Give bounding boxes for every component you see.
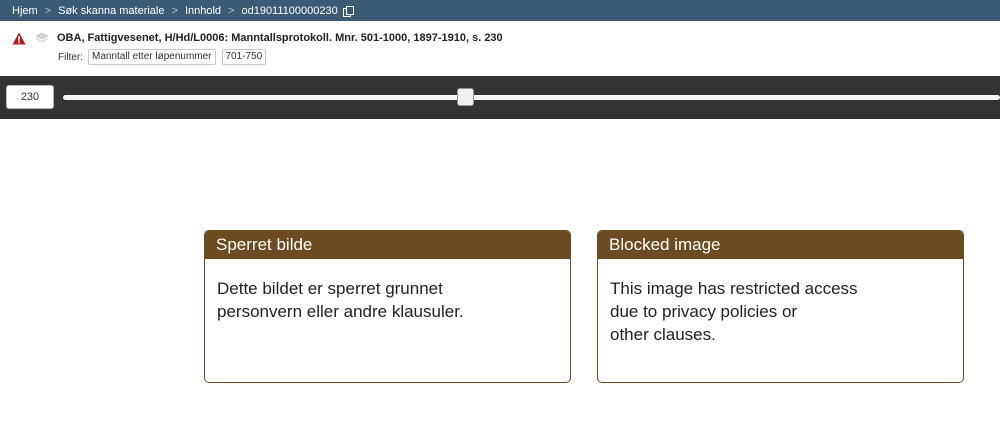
blocked-notice-norwegian: Sperret bilde Dette bildet er sperret gr… <box>204 230 571 383</box>
breadcrumb-home[interactable]: Hjem <box>12 5 38 17</box>
document-header: OBA, Fattigvesenet, H/Hd/L0006: Manntall… <box>12 30 503 46</box>
notice-heading: Blocked image <box>598 231 963 259</box>
filter-label: Filter: <box>58 51 83 63</box>
blocked-notice-english: Blocked image This image has restricted … <box>597 230 964 383</box>
filter-tag-range[interactable]: 701-750 <box>221 49 267 65</box>
page-title: OBA, Fattigvesenet, H/Hd/L0006: Manntall… <box>57 32 503 44</box>
notice-text: Dette bildet er sperret grunnet personve… <box>217 279 464 321</box>
breadcrumb-search-scanned[interactable]: Søk skanna materiale <box>58 5 164 17</box>
breadcrumb-content[interactable]: Innhold <box>185 5 221 17</box>
filter-tag-record-type[interactable]: Manntall etter løpenummer <box>88 49 216 65</box>
breadcrumb-current-id: od19011100000230 <box>241 4 338 17</box>
breadcrumb-separator: > <box>171 4 178 17</box>
page-slider-bar: 230 <box>0 76 1000 119</box>
page-slider-track[interactable] <box>63 95 1000 100</box>
notice-text: This image has restricted access due to … <box>610 279 858 344</box>
breadcrumb-separator: > <box>228 4 235 17</box>
copy-icon[interactable] <box>342 5 354 17</box>
image-stack-icon <box>35 32 49 44</box>
warning-triangle-icon <box>12 32 26 45</box>
breadcrumb-separator: > <box>44 4 52 17</box>
page-number-input[interactable]: 230 <box>6 85 54 109</box>
breadcrumb: Hjem > Søk skanna materiale > Innhold > … <box>0 0 1000 21</box>
page-slider-handle[interactable] <box>457 88 474 106</box>
filter-row: Filter: Manntall etter løpenummer 701-75… <box>58 49 272 65</box>
notice-heading: Sperret bilde <box>205 231 570 259</box>
